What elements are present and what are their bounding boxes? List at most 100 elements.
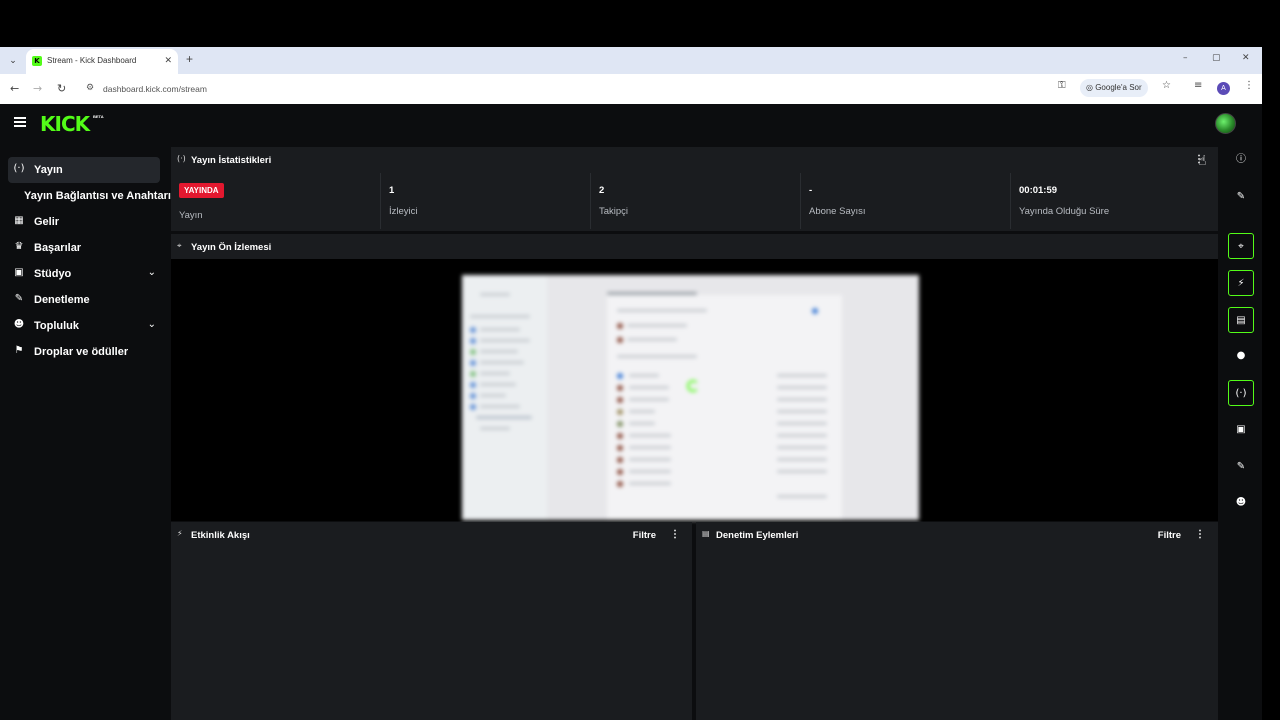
wrench-icon[interactable]: ✎	[1228, 454, 1254, 480]
preview-icon[interactable]: ⌖	[1228, 233, 1254, 259]
bookmark-star-icon[interactable]: ☆	[1162, 80, 1171, 91]
preview-dot	[617, 397, 623, 403]
moderation-actions-panel: ▤ Denetim Eylemleri Filtre ⋮	[696, 522, 1218, 720]
close-window-button[interactable]: ✕	[1242, 53, 1250, 63]
panel-header: ▤ Denetim Eylemleri Filtre ⋮	[696, 522, 1218, 548]
stat-label: İzleyici	[389, 206, 418, 217]
broadcast-icon[interactable]: (·)	[1228, 380, 1254, 406]
preview-dot	[470, 393, 476, 399]
sidebar-item-label: Denetleme	[34, 294, 90, 306]
panel-title: Yayın İstatistikleri	[191, 155, 272, 166]
lightning-icon[interactable]: ⚡	[1228, 270, 1254, 296]
preview-dot	[617, 481, 623, 487]
sidebar-item-label: Yayın Bağlantısı ve Anahtarı	[24, 190, 171, 202]
preview-line	[629, 398, 669, 401]
preview-line	[480, 372, 510, 375]
sidebar-item-stream-key[interactable]: Yayın Bağlantısı ve Anahtarı	[8, 183, 171, 209]
sidebar-item-yayin[interactable]: (·) Yayın	[8, 157, 160, 183]
preview-line	[777, 470, 827, 473]
url-field[interactable]: ⚙ dashboard.kick.com/stream	[80, 78, 1180, 100]
google-ask-label: Google'a Sor	[1095, 83, 1142, 92]
tab-kick-dashboard[interactable]: K Stream - Kick Dashboard ✕	[26, 49, 178, 74]
tab-title: Stream - Kick Dashboard	[47, 56, 137, 65]
gift-icon: ⚑	[14, 345, 24, 356]
preview-line	[470, 315, 530, 318]
filter-button[interactable]: Filtre	[1158, 530, 1181, 541]
hamburger-menu-icon[interactable]	[14, 117, 26, 127]
preview-dot	[617, 469, 623, 475]
preview-line	[480, 427, 510, 430]
preview-line	[777, 374, 827, 377]
back-button[interactable]: ←	[10, 82, 19, 95]
panel-menu-icon[interactable]: ⋮	[1195, 529, 1205, 540]
forward-button[interactable]: →	[33, 82, 42, 95]
preview-line	[617, 355, 697, 358]
url-text: dashboard.kick.com/stream	[103, 84, 207, 94]
moderation-icon[interactable]: ▤	[1228, 307, 1254, 333]
preview-dot	[470, 327, 476, 333]
preview-line	[476, 416, 532, 419]
stat-cell-status: YAYINDA Yayın	[171, 173, 381, 229]
browser-profile-avatar[interactable]: A	[1217, 82, 1230, 95]
preview-line	[777, 410, 827, 413]
preview-line	[629, 374, 659, 377]
revenue-icon: ▦	[14, 215, 24, 226]
password-key-icon[interactable]: ⚿	[1058, 80, 1066, 91]
preview-line	[480, 293, 510, 296]
filter-button[interactable]: Filtre	[633, 530, 656, 541]
new-tab-button[interactable]: +	[186, 52, 193, 66]
reading-list-icon[interactable]: ≡	[1194, 80, 1202, 91]
chevron-down-icon: ⌄	[147, 319, 156, 330]
sidebar-item-topluluk[interactable]: ☻ Topluluk ⌄	[8, 313, 160, 339]
mouse-cursor-icon: ☝	[1198, 153, 1207, 169]
screen: ⌄ K Stream - Kick Dashboard ✕ + – ▢ ✕ ← …	[0, 0, 1280, 720]
loading-spinner-icon	[687, 380, 699, 392]
preview-main	[607, 295, 842, 520]
beta-badge: BETA	[93, 114, 104, 119]
minimize-button[interactable]: –	[1183, 53, 1188, 63]
info-icon[interactable]: ⓘ	[1228, 147, 1254, 173]
sidebar-item-denetleme[interactable]: ✎ Denetleme	[8, 287, 160, 313]
stat-label: Takipçi	[599, 206, 629, 217]
sidebar-item-label: Droplar ve ödüller	[34, 346, 129, 358]
tab-close-icon[interactable]: ✕	[164, 55, 172, 66]
browser-menu-icon[interactable]: ⋮	[1244, 80, 1254, 91]
sidebar-item-droplar[interactable]: ⚑ Droplar ve ödüller	[8, 339, 160, 365]
stat-value: -	[809, 185, 813, 196]
reload-button[interactable]: ↻	[57, 82, 66, 95]
stat-label: Yayında Olduğu Süre	[1019, 206, 1110, 217]
studio-icon[interactable]: ▣	[1228, 417, 1254, 443]
preview-line	[629, 482, 671, 485]
sidebar-item-basarilar[interactable]: ♛ Başarılar	[8, 235, 160, 261]
browser-window: ⌄ K Stream - Kick Dashboard ✕ + – ▢ ✕ ← …	[0, 47, 1262, 720]
broadcast-icon: (·)	[177, 154, 186, 163]
kick-logo[interactable]: KICK	[40, 112, 90, 136]
user-avatar[interactable]	[1215, 113, 1236, 134]
preview-dot	[617, 421, 623, 427]
wrench-icon: ✎	[14, 293, 24, 304]
site-info-icon[interactable]: ⚙	[86, 83, 94, 93]
pencil-icon[interactable]: ✎	[1228, 184, 1254, 210]
preview-line	[480, 339, 530, 342]
preview-line	[629, 422, 655, 425]
preview-icon: ⌖	[177, 241, 182, 250]
preview-line	[629, 410, 655, 413]
preview-line	[629, 458, 671, 461]
google-ask-button[interactable]: ◎ Google'a Sor	[1080, 79, 1148, 97]
panel-header: (·) Yayın İstatistikleri ⋮	[171, 147, 1218, 173]
sidebar-item-label: Yayın	[34, 164, 63, 176]
maximize-button[interactable]: ▢	[1212, 53, 1221, 63]
stream-preview-header: ⌖ Yayın Ön İzlemesi	[171, 234, 1218, 259]
preview-dot	[617, 433, 623, 439]
community-icon[interactable]: ☻	[1228, 490, 1254, 516]
sidebar-item-studyo[interactable]: ▣ Stüdyo ⌄	[8, 261, 160, 287]
tab-search-icon[interactable]: ⌄	[6, 53, 20, 67]
sidebar-item-label: Başarılar	[34, 242, 82, 254]
chat-icon[interactable]: ●	[1228, 343, 1254, 369]
preview-sidebar	[462, 275, 547, 520]
stat-label: Yayın	[179, 210, 203, 221]
preview-line	[777, 434, 827, 437]
panel-menu-icon[interactable]: ⋮	[670, 529, 680, 540]
preview-line	[777, 458, 827, 461]
sidebar-item-gelir[interactable]: ▦ Gelir	[8, 209, 160, 235]
